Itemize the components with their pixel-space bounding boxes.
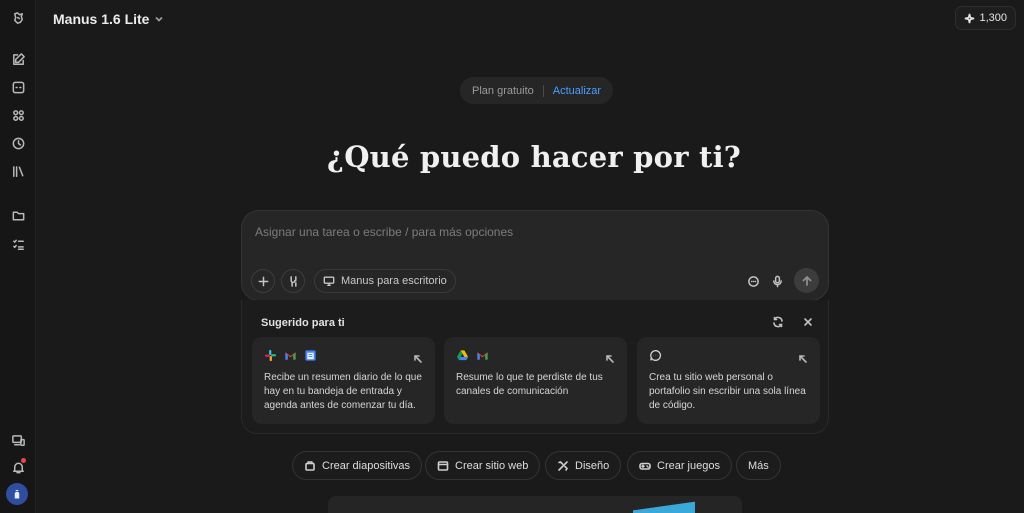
create-website-button[interactable]: Crear sitio web (425, 451, 541, 480)
plan-pill: Plan gratuito Actualizar (460, 77, 614, 104)
bell-icon[interactable] (6, 455, 30, 479)
card-logos (649, 349, 662, 362)
arrow-up-icon (802, 275, 811, 286)
chip-label: Crear diapositivas (322, 459, 411, 472)
design-icon (558, 460, 568, 471)
task-composer[interactable]: Asignar una tarea o escribe / para más o… (241, 210, 829, 301)
avatar[interactable] (6, 483, 28, 505)
task-input[interactable]: Asignar una tarea o escribe / para más o… (255, 225, 513, 239)
sidebar (0, 0, 36, 513)
chip-label: Diseño (575, 459, 610, 472)
design-button[interactable]: Diseño (545, 451, 622, 480)
arrow-up-left-icon (413, 351, 423, 363)
chat-bubble-icon (747, 275, 759, 287)
upgrade-link[interactable]: Actualizar (553, 85, 601, 97)
sparkle-icon (965, 13, 975, 23)
chat-mode-button[interactable] (741, 269, 765, 293)
suggestion-card[interactable]: Recibe un resumen diario de lo que hay e… (252, 337, 435, 424)
slack-logo (264, 349, 277, 362)
credits-button[interactable]: 1,300 (955, 6, 1016, 30)
credits-count: 1,300 (979, 12, 1007, 24)
model-selector[interactable]: Manus 1.6 Lite (53, 9, 164, 29)
close-button[interactable] (800, 314, 816, 330)
notification-dot (21, 458, 26, 463)
connectors-button[interactable] (281, 269, 305, 293)
google-drive-logo (456, 350, 469, 361)
voice-button[interactable] (765, 269, 789, 293)
suggestion-card[interactable]: Crea tu sitio web personal o portafolio … (637, 337, 820, 424)
chevron-down-icon (155, 16, 164, 22)
desktop-chip[interactable]: Manus para escritorio (314, 269, 456, 293)
preview-image (633, 501, 695, 513)
card-logos (264, 349, 317, 362)
app-root: Manus 1.6 Lite 1,300 Plan gratuito Actua… (0, 0, 1024, 513)
website-icon (437, 460, 449, 471)
gmail-logo (477, 352, 488, 360)
devices-icon[interactable] (6, 428, 30, 452)
more-button[interactable]: Más (736, 451, 781, 480)
chip-label: Más (748, 459, 769, 472)
close-icon (804, 318, 812, 326)
monitor-icon (323, 276, 335, 286)
tasks-list-icon[interactable] (6, 232, 30, 256)
arrow-up-left-icon (605, 351, 615, 363)
desktop-chip-label: Manus para escritorio (341, 275, 447, 287)
add-button[interactable] (251, 269, 275, 293)
chat-bubble-icon (650, 350, 662, 361)
suggestions-panel: Sugerido para ti Recibe un resumen diari… (241, 300, 829, 434)
refresh-button[interactable] (770, 314, 786, 330)
gamepad-icon (639, 462, 651, 470)
card-logos (456, 349, 489, 362)
calendar-logo (305, 350, 316, 361)
card-text: Crea tu sitio web personal o portafolio … (649, 372, 806, 411)
new-task-icon[interactable] (6, 47, 30, 71)
card-text: Resume lo que te perdiste de tus canales… (456, 372, 603, 397)
apps-icon[interactable] (6, 103, 30, 127)
send-button[interactable] (794, 268, 819, 293)
microphone-icon (772, 275, 782, 287)
gmail-logo (285, 352, 296, 360)
chip-label: Crear juegos (657, 459, 720, 472)
suggestions-title: Sugerido para ti (261, 317, 345, 329)
agents-icon[interactable] (6, 75, 30, 99)
preview-banner (328, 496, 742, 513)
create-games-button[interactable]: Crear juegos (627, 451, 732, 480)
refresh-icon (773, 316, 783, 328)
suggestion-card[interactable]: Resume lo que te perdiste de tus canales… (444, 337, 627, 424)
connector-icon (289, 275, 297, 287)
folder-icon[interactable] (6, 203, 30, 227)
create-slides-button[interactable]: Crear diapositivas (292, 451, 423, 480)
slides-icon (305, 460, 315, 471)
model-name: Manus 1.6 Lite (53, 11, 150, 27)
card-text: Recibe un resumen diario de lo que hay e… (264, 372, 422, 411)
plus-icon (258, 276, 268, 286)
plan-label: Plan gratuito (472, 84, 534, 97)
arrow-up-left-icon (798, 351, 808, 363)
divider (542, 84, 544, 97)
logo-icon[interactable] (6, 6, 30, 30)
chip-label: Crear sitio web (455, 459, 529, 472)
page-title: ¿Qué puedo hacer por ti? (327, 140, 741, 174)
